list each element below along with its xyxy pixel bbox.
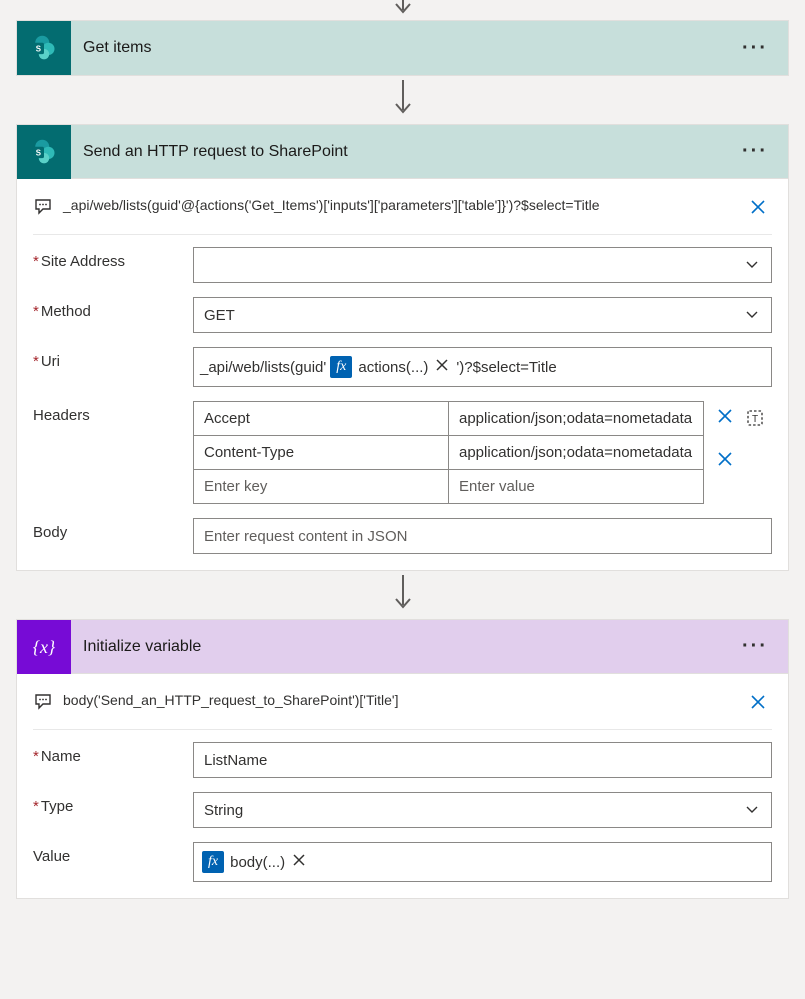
action-http-request: S Send an HTTP request to SharePoint ···… bbox=[16, 124, 789, 571]
type-select[interactable]: String bbox=[193, 792, 772, 828]
action-header[interactable]: {x} Initialize variable ··· bbox=[17, 620, 788, 674]
token-remove-button[interactable] bbox=[291, 852, 307, 873]
label-site-address: *Site Address bbox=[33, 247, 183, 270]
label-type: *Type bbox=[33, 792, 183, 815]
comment-close-button[interactable] bbox=[744, 692, 772, 715]
comment-text[interactable]: _api/web/lists(guid'@{actions('Get_Items… bbox=[63, 197, 734, 213]
label-body: Body bbox=[33, 518, 183, 541]
action-menu-button[interactable]: ··· bbox=[742, 37, 768, 60]
action-comment-row: _api/web/lists(guid'@{actions('Get_Items… bbox=[33, 189, 772, 235]
header-key-placeholder[interactable]: Enter key bbox=[194, 470, 449, 503]
header-delete-button[interactable] bbox=[712, 450, 738, 471]
comment-icon bbox=[33, 692, 53, 712]
header-delete-button[interactable] bbox=[712, 407, 738, 428]
action-menu-button[interactable]: ··· bbox=[742, 140, 768, 163]
header-value-cell[interactable]: application/json;odata=nometadata bbox=[449, 436, 703, 469]
action-title: Get items bbox=[83, 39, 730, 57]
label-headers: Headers bbox=[33, 401, 183, 424]
svg-text:S: S bbox=[36, 45, 41, 54]
header-key-cell[interactable]: Accept bbox=[194, 402, 449, 435]
header-row-new: Enter key Enter value bbox=[194, 470, 703, 503]
body-input[interactable]: Enter request content in JSON bbox=[193, 518, 772, 554]
action-initialize-variable: {x} Initialize variable ··· body('Send_a… bbox=[16, 619, 789, 899]
site-address-select[interactable] bbox=[193, 247, 772, 283]
action-menu-button[interactable]: ··· bbox=[742, 635, 768, 658]
variable-icon: {x} bbox=[17, 620, 71, 674]
label-value: Value bbox=[33, 842, 183, 865]
action-comment-row: body('Send_an_HTTP_request_to_SharePoint… bbox=[33, 684, 772, 730]
uri-text-prefix: _api/web/lists(guid' bbox=[200, 359, 326, 376]
chevron-down-icon bbox=[743, 801, 761, 819]
chevron-down-icon bbox=[743, 256, 761, 274]
svg-text:T: T bbox=[752, 414, 758, 425]
sharepoint-icon: S bbox=[17, 21, 71, 75]
fx-icon: fx bbox=[330, 356, 352, 378]
label-method: *Method bbox=[33, 297, 183, 320]
svg-text:{x}: {x} bbox=[33, 637, 56, 657]
header-value-cell[interactable]: application/json;odata=nometadata bbox=[449, 402, 703, 435]
method-select[interactable]: GET bbox=[193, 297, 772, 333]
svg-text:S: S bbox=[36, 148, 41, 157]
action-header[interactable]: S Send an HTTP request to SharePoint ··· bbox=[17, 125, 788, 179]
header-value-placeholder[interactable]: Enter value bbox=[449, 470, 703, 503]
sharepoint-icon: S bbox=[17, 125, 71, 179]
label-name: *Name bbox=[33, 742, 183, 765]
label-uri: *Uri bbox=[33, 347, 183, 370]
fx-icon: fx bbox=[202, 851, 224, 873]
expression-token[interactable]: fx actions(...) bbox=[330, 356, 452, 378]
connector-arrow-2 bbox=[0, 571, 805, 619]
uri-input[interactable]: _api/web/lists(guid' fx actions(...) ')?… bbox=[193, 347, 772, 387]
name-value: ListName bbox=[204, 752, 267, 769]
token-label: actions(...) bbox=[358, 359, 428, 376]
expression-token[interactable]: fx body(...) bbox=[202, 851, 309, 873]
connector-arrow-1 bbox=[0, 76, 805, 124]
chevron-down-icon bbox=[743, 306, 761, 324]
headers-table: Accept application/json;odata=nometadata… bbox=[193, 401, 704, 504]
token-label: body(...) bbox=[230, 854, 285, 871]
action-title: Initialize variable bbox=[83, 638, 730, 656]
value-input[interactable]: fx body(...) bbox=[193, 842, 772, 882]
comment-icon bbox=[33, 197, 53, 217]
comment-close-button[interactable] bbox=[744, 197, 772, 220]
name-input[interactable]: ListName bbox=[193, 742, 772, 778]
header-row: Content-Type application/json;odata=nome… bbox=[194, 436, 703, 470]
body-placeholder: Enter request content in JSON bbox=[204, 528, 407, 545]
uri-text-suffix: ')?$select=Title bbox=[456, 359, 556, 376]
type-value: String bbox=[204, 802, 243, 819]
token-remove-button[interactable] bbox=[434, 357, 450, 378]
connector-arrow-top bbox=[0, 0, 805, 20]
comment-text[interactable]: body('Send_an_HTTP_request_to_SharePoint… bbox=[63, 692, 734, 708]
header-key-cell[interactable]: Content-Type bbox=[194, 436, 449, 469]
method-value: GET bbox=[204, 307, 235, 324]
action-get-items[interactable]: S Get items ··· bbox=[16, 20, 789, 76]
header-row: Accept application/json;odata=nometadata bbox=[194, 402, 703, 436]
action-title: Send an HTTP request to SharePoint bbox=[83, 143, 730, 161]
switch-mode-icon[interactable]: T bbox=[746, 409, 764, 427]
